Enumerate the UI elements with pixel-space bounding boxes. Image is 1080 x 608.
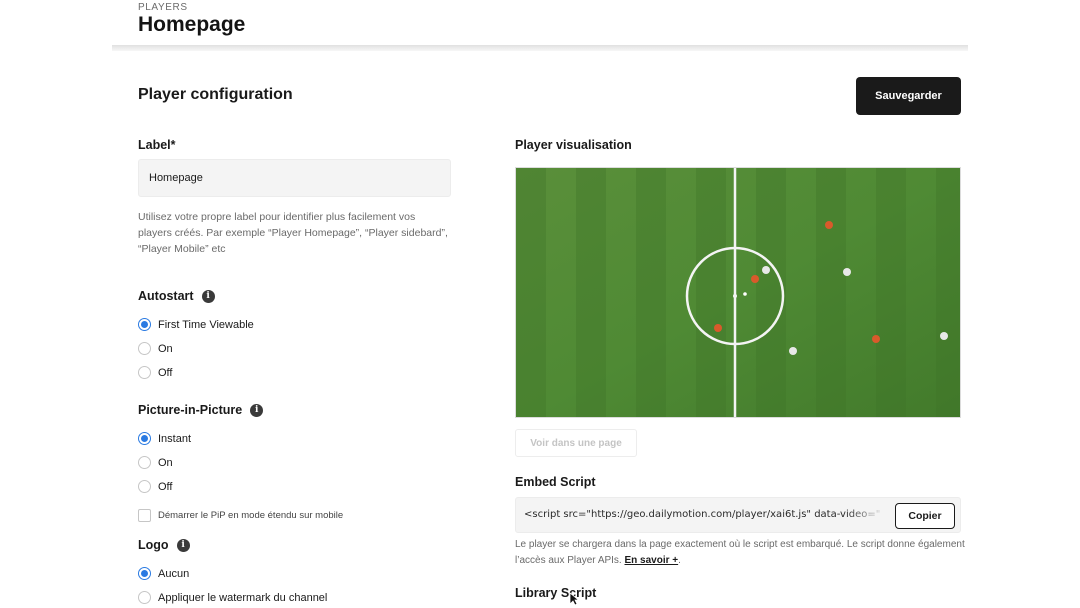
autostart-option-first-time-viewable[interactable]: First Time Viewable [138,318,254,331]
embed-help-end: . [678,555,681,566]
pip-title: Picture-in-Picture i [138,403,264,417]
radio-selected-icon[interactable] [138,567,151,580]
label-input[interactable] [138,159,451,197]
autostart-option-off[interactable]: Off [138,366,172,379]
visualisation-title: Player visualisation [515,138,632,152]
learn-more-link[interactable]: En savoir + [625,555,679,566]
radio-label: First Time Viewable [158,318,254,331]
logo-title: Logo i [138,538,190,552]
player-preview[interactable] [515,167,961,418]
embed-fade [846,498,894,532]
checkbox-icon[interactable] [138,509,151,522]
info-icon[interactable]: i [176,538,190,552]
save-button[interactable]: Sauvegarder [856,77,961,115]
info-icon[interactable]: i [250,403,264,417]
breadcrumb[interactable]: PLAYERS [138,2,188,13]
radio-selected-icon[interactable] [138,432,151,445]
pip-expanded-mobile-checkbox[interactable]: Démarrer le PiP en mode étendu sur mobil… [138,509,343,522]
copy-button[interactable]: Copier [895,503,955,529]
pip-title-text: Picture-in-Picture [138,403,243,417]
radio-label: Appliquer le watermark du channel [158,591,328,604]
radio-label: On [158,456,173,469]
embed-script-title: Embed Script [515,475,596,489]
pip-option-off[interactable]: Off [138,480,172,493]
logo-title-text: Logo [138,538,169,552]
pip-option-instant[interactable]: Instant [138,432,191,445]
checkbox-label: Démarrer le PiP en mode étendu sur mobil… [158,510,344,521]
radio-label: Aucun [158,567,190,580]
radio-icon[interactable] [138,366,151,379]
autostart-title-text: Autostart [138,289,194,303]
embed-script-box[interactable]: <script src="https://geo.dailymotion.com… [515,497,961,533]
header-divider [112,45,968,51]
view-in-page-button[interactable]: Voir dans une page [515,429,637,457]
library-script-title: Library Script [515,586,597,600]
radio-icon[interactable] [138,456,151,469]
embed-help-text: Le player se chargera dans la page exact… [515,537,965,569]
cursor-icon [569,592,579,606]
radio-label: On [158,342,173,355]
radio-label: Off [158,366,173,379]
radio-icon[interactable] [138,342,151,355]
logo-option-watermark[interactable]: Appliquer le watermark du channel [138,591,327,604]
info-icon[interactable]: i [201,289,215,303]
soccer-field-image [516,168,960,417]
radio-selected-icon[interactable] [138,318,151,331]
embed-help-body: Le player se chargera dans la page exact… [515,539,965,566]
radio-label: Instant [158,432,192,445]
page-header: PLAYERS Homepage [112,0,968,45]
radio-label: Off [158,480,173,493]
pip-option-on[interactable]: On [138,456,173,469]
autostart-title: Autostart i [138,289,215,303]
radio-icon[interactable] [138,480,151,493]
embed-code[interactable]: <script src="https://geo.dailymotion.com… [524,509,892,520]
section-title: Player configuration [138,86,293,103]
logo-option-none[interactable]: Aucun [138,567,189,580]
page-title: Homepage [138,13,246,36]
label-help-text: Utilisez votre propre label pour identif… [138,211,448,255]
autostart-option-on[interactable]: On [138,342,173,355]
radio-icon[interactable] [138,591,151,604]
label-field-label: Label* [138,138,176,152]
